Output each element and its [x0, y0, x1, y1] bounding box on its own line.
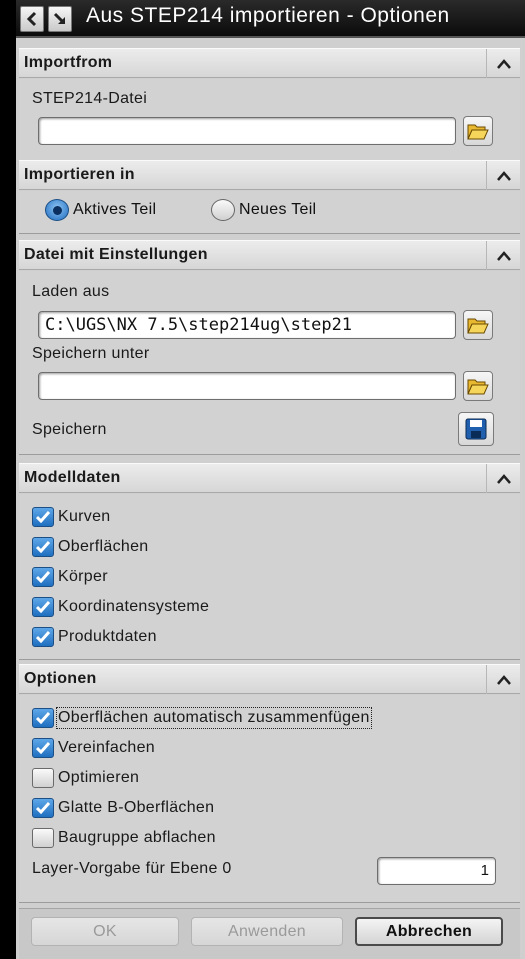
browse-load-button[interactable]	[463, 310, 493, 340]
checkbox-optimieren[interactable]: Optimieren	[32, 766, 139, 790]
section-title: Importfrom	[24, 54, 113, 71]
step214-file-label: STEP214-Datei	[32, 90, 148, 107]
save-as-input[interactable]	[38, 372, 456, 400]
checkbox-label: Kurven	[58, 508, 111, 525]
pin-button[interactable]	[48, 6, 72, 32]
checkbox-koordinatensysteme[interactable]: Koordinatensysteme	[32, 595, 209, 619]
checkbox-checked-indicator	[32, 738, 54, 758]
checkbox-label: Oberflächen automatisch zusammenfügen	[56, 707, 372, 729]
collapse-button[interactable]	[486, 464, 520, 493]
browse-save-as-button[interactable]	[463, 371, 493, 401]
save-as-label: Speichern unter	[32, 345, 150, 362]
ok-button[interactable]: OK	[31, 917, 179, 946]
section-importieren-in-body: Aktives Teil Neues Teil	[19, 191, 520, 234]
diagonal-arrow-icon	[53, 12, 66, 25]
checkbox-auto-merge-surfaces[interactable]: Oberflächen automatisch zusammenfügen	[32, 706, 372, 730]
chevron-up-icon	[496, 58, 511, 69]
checkbox-unchecked-indicator	[32, 768, 54, 788]
checkbox-checked-indicator	[32, 798, 54, 818]
checkbox-label: Körper	[58, 568, 108, 585]
checkbox-checked-indicator	[32, 597, 54, 617]
folder-open-icon	[467, 124, 489, 140]
floppy-disk-icon	[465, 418, 487, 440]
checkbox-label: Baugruppe abflachen	[58, 829, 216, 846]
checkbox-label: Optimieren	[58, 769, 140, 786]
title-bar: Aus STEP214 importieren - Optionen	[16, 0, 525, 38]
folder-open-icon	[467, 379, 489, 395]
section-importfrom-body: STEP214-Datei	[19, 79, 520, 166]
section-optionen-header[interactable]: Optionen	[19, 664, 520, 694]
checkbox-koerper[interactable]: Körper	[32, 565, 108, 589]
window-title: Aus STEP214 importieren - Optionen	[86, 4, 450, 27]
cancel-button[interactable]: Abbrechen	[355, 917, 503, 946]
radio-selected-indicator	[45, 199, 69, 221]
checkbox-vereinfachen[interactable]: Vereinfachen	[32, 736, 155, 760]
step214-file-input[interactable]	[38, 117, 456, 145]
checkbox-oberflaechen[interactable]: Oberflächen	[32, 535, 148, 559]
checkbox-label: Glatte B-Oberflächen	[58, 799, 215, 816]
chevron-up-icon	[496, 170, 511, 181]
section-title: Importieren in	[24, 166, 135, 183]
checkbox-glatte-b-oberflaechen[interactable]: Glatte B-Oberflächen	[32, 796, 214, 820]
section-importfrom-header[interactable]: Importfrom	[19, 48, 520, 78]
collapse-button[interactable]	[486, 161, 520, 190]
radio-aktives-teil[interactable]: Aktives Teil	[45, 199, 156, 221]
section-title: Optionen	[24, 670, 97, 687]
save-label: Speichern	[32, 421, 107, 438]
collapse-button[interactable]	[486, 49, 520, 78]
section-settings-file-body: Laden aus C:\UGS\NX 7.5\step214ug\step21…	[19, 271, 520, 455]
collapse-button[interactable]	[486, 241, 520, 270]
checkbox-label: Vereinfachen	[58, 739, 156, 756]
checkbox-checked-indicator	[32, 507, 54, 527]
radio-neues-teil[interactable]: Neues Teil	[211, 199, 316, 221]
checkbox-produktdaten[interactable]: Produktdaten	[32, 625, 157, 649]
checkbox-unchecked-indicator	[32, 828, 54, 848]
layer-default-label: Layer-Vorgabe für Ebene 0	[32, 860, 232, 877]
section-title: Modelldaten	[24, 469, 121, 486]
checkbox-label: Produktdaten	[58, 628, 157, 645]
save-button[interactable]	[458, 412, 494, 446]
apply-button[interactable]: Anwenden	[191, 917, 343, 946]
chevron-up-icon	[496, 674, 511, 685]
checkbox-checked-indicator	[32, 708, 54, 728]
browse-step214-button[interactable]	[463, 116, 493, 146]
checkbox-label: Oberflächen	[58, 538, 149, 555]
import-options-dialog: Aus STEP214 importieren - Optionen Impor…	[16, 0, 525, 959]
radio-label: Aktives Teil	[73, 201, 157, 218]
section-modelldaten-header[interactable]: Modelldaten	[19, 463, 520, 493]
layer-default-input[interactable]: 1	[377, 857, 496, 885]
collapse-button[interactable]	[486, 665, 520, 694]
radio-unselected-indicator	[211, 199, 235, 221]
section-importieren-in-header[interactable]: Importieren in	[19, 160, 520, 190]
section-optionen-body: Oberflächen automatisch zusammenfügen Ve…	[19, 695, 520, 903]
checkbox-checked-indicator	[32, 627, 54, 647]
back-button[interactable]	[20, 6, 44, 32]
section-settings-file-header[interactable]: Datei mit Einstellungen	[19, 240, 520, 270]
checkbox-baugruppe-abflachen[interactable]: Baugruppe abflachen	[32, 826, 216, 850]
checkbox-checked-indicator	[32, 537, 54, 557]
chevron-left-icon	[26, 11, 37, 27]
load-from-input[interactable]: C:\UGS\NX 7.5\step214ug\step21	[38, 311, 456, 339]
load-from-label: Laden aus	[32, 283, 110, 300]
chevron-up-icon	[496, 473, 511, 484]
section-title: Datei mit Einstellungen	[24, 246, 208, 263]
dialog-footer: OK Anwenden Abbrechen	[19, 908, 520, 959]
checkbox-label: Koordinatensysteme	[58, 598, 210, 615]
section-modelldaten-body: Kurven Oberflächen Körper Koordinatensys…	[19, 494, 520, 660]
checkbox-checked-indicator	[32, 567, 54, 587]
checkbox-kurven[interactable]: Kurven	[32, 505, 111, 529]
chevron-up-icon	[496, 250, 511, 261]
folder-open-icon	[467, 318, 489, 334]
radio-label: Neues Teil	[239, 201, 317, 218]
